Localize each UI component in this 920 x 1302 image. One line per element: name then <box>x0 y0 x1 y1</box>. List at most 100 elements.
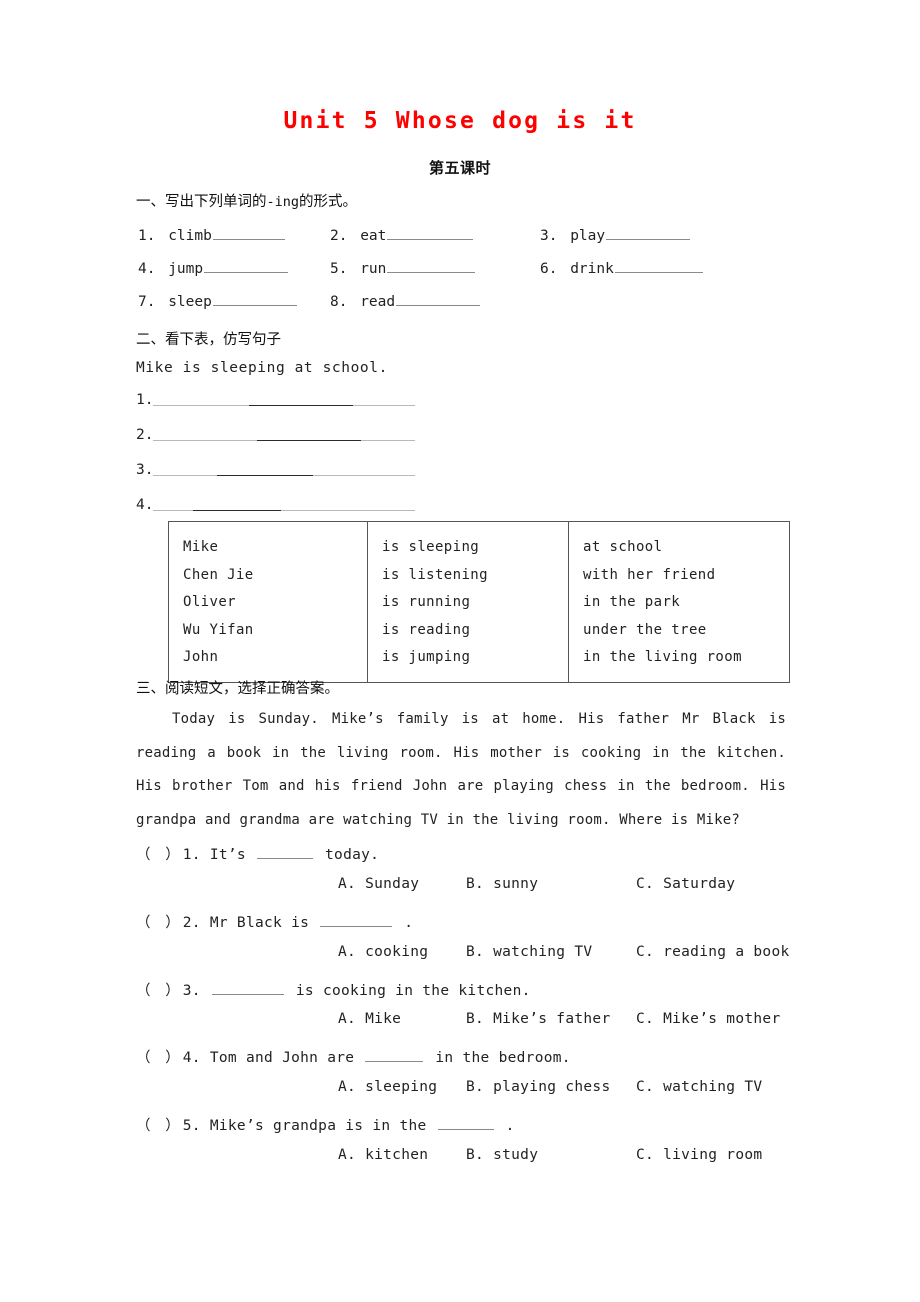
sentence-builder-table: Mike Chen Jie Oliver Wu Yifan John is sleepi… <box>168 521 790 683</box>
word-item-number: 7. <box>138 294 156 310</box>
word-item-word: drink <box>561 261 614 277</box>
option-A[interactable]: A. kitchen <box>338 1147 428 1163</box>
answer-blank[interactable] <box>387 226 474 240</box>
option-C[interactable]: C. living room <box>636 1147 762 1163</box>
option-C[interactable]: C. reading a book <box>636 944 790 960</box>
question-3: （ ）3. is cooking in the kitchen. <box>136 979 531 1000</box>
table-cell-places: at school with her friend in the park under… <box>568 521 790 683</box>
answer-blank[interactable] <box>387 259 476 273</box>
answer-blank[interactable] <box>396 292 481 306</box>
question-1: （ ）1. It’s today. <box>136 843 379 864</box>
writing-rule[interactable] <box>153 464 416 476</box>
writing-line-number: 3. <box>136 462 154 478</box>
answer-box[interactable]: （ ） <box>136 847 183 863</box>
question-stem-after: is cooking in the kitchen. <box>286 983 531 999</box>
answer-box[interactable]: （ ） <box>136 1118 183 1134</box>
question-blank[interactable] <box>211 981 284 995</box>
word-item-word: sleep <box>159 294 212 310</box>
writing-rule-dark <box>217 475 314 476</box>
option-A[interactable]: A. Mike <box>338 1011 401 1027</box>
page-title: Unit 5 Whose dog is it <box>283 108 637 134</box>
answer-blank[interactable] <box>614 259 703 273</box>
writing-rule[interactable] <box>153 394 416 406</box>
question-number: 2. <box>182 915 210 931</box>
word-item-read: 8. read <box>330 292 481 310</box>
writing-line-number: 1. <box>136 392 154 408</box>
table-place-item: in the living room <box>583 649 742 665</box>
writing-line-1[interactable]: 1. <box>136 392 416 408</box>
answer-blank[interactable] <box>606 226 691 240</box>
options-row: A. sleeping B. playing chess C. watching T… <box>136 1079 796 1099</box>
option-C[interactable]: C. Mike’s mother <box>636 1011 780 1027</box>
writing-rule[interactable] <box>153 429 416 441</box>
writing-line-3[interactable]: 3. <box>136 462 416 478</box>
word-item-word: climb <box>159 228 212 244</box>
answer-box[interactable]: （ ） <box>136 1050 183 1066</box>
answer-blank[interactable] <box>212 226 285 240</box>
question-number: 4. <box>182 1050 210 1066</box>
question-stem-before: Mr Black is <box>209 915 319 931</box>
word-item-number: 3. <box>540 228 558 244</box>
question-stem-after: in the bedroom. <box>426 1050 571 1066</box>
writing-line-4[interactable]: 4. <box>136 497 416 513</box>
table-place-item: with her friend <box>583 566 716 583</box>
section1-heading-tail: 的形式。 <box>299 194 358 210</box>
section1-heading-en: -ing <box>266 194 300 210</box>
table-row: Mike Chen Jie Oliver Wu Yifan John is sleepi… <box>168 521 790 683</box>
table-place-item: at school <box>583 539 663 555</box>
question-number: 5. <box>182 1118 210 1134</box>
options-row: A. Sunday B. sunny C. Saturday <box>136 876 796 896</box>
question-blank[interactable] <box>256 845 313 859</box>
word-item-word: run <box>351 261 387 277</box>
option-B[interactable]: B. Mike’s father <box>466 1011 610 1027</box>
question-blank[interactable] <box>320 913 393 927</box>
question-stem-before: Mike’s grandpa is in the <box>209 1118 436 1134</box>
writing-rule[interactable] <box>153 499 416 511</box>
writing-rule-dark <box>193 510 282 511</box>
question-number: 3. <box>182 983 210 999</box>
table-place-item: in the park <box>583 594 681 610</box>
table-verb-item: is running <box>382 594 471 610</box>
option-A[interactable]: A. sleeping <box>338 1079 437 1095</box>
option-B[interactable]: B. watching TV <box>466 944 592 960</box>
options-row: A. cooking B. watching TV C. reading a boo… <box>136 944 796 964</box>
question-4: （ ）4. Tom and John are in the bedroom. <box>136 1046 571 1067</box>
option-C[interactable]: C. Saturday <box>636 876 735 892</box>
question-stem-before: Tom and John are <box>209 1050 364 1066</box>
answer-box[interactable]: （ ） <box>136 983 183 999</box>
option-B[interactable]: B. sunny <box>466 876 538 892</box>
writing-rule-dark <box>257 440 362 441</box>
word-item-drink: 6. drink <box>540 259 703 277</box>
section1-heading-cn: 一、写出下列单词的 <box>136 194 267 210</box>
question-stem-before: It’s <box>209 847 255 863</box>
word-item-sleep: 7. sleep <box>138 292 297 310</box>
word-item-number: 8. <box>330 294 348 310</box>
option-C[interactable]: C. watching TV <box>636 1079 762 1095</box>
section1-heading: 一、写出下列单词的-ing的形式。 <box>136 190 357 211</box>
word-item-climb: 1. climb <box>138 226 285 244</box>
question-blank[interactable] <box>437 1116 494 1130</box>
answer-blank[interactable] <box>204 259 289 273</box>
word-item-word: read <box>351 294 396 310</box>
word-item-number: 6. <box>540 261 558 277</box>
table-subject-item: Mike <box>183 539 219 555</box>
question-5: （ ）5. Mike’s grandpa is in the . <box>136 1114 515 1135</box>
table-subject-item: John <box>183 649 219 665</box>
option-B[interactable]: B. playing chess <box>466 1079 610 1095</box>
table-verb-item: is sleeping <box>382 539 480 555</box>
question-blank[interactable] <box>365 1048 424 1062</box>
option-A[interactable]: A. cooking <box>338 944 428 960</box>
table-subject-item: Chen Jie <box>183 566 254 583</box>
writing-rule-dark <box>249 405 354 406</box>
table-subject-item: Wu Yifan <box>183 621 254 638</box>
answer-blank[interactable] <box>212 292 297 306</box>
worksheet-page: Unit 5 Whose dog is it 第五课时 一、写出下列单词的-in… <box>0 0 920 1302</box>
question-2: （ ）2. Mr Black is . <box>136 911 413 932</box>
word-item-number: 4. <box>138 261 156 277</box>
question-number: 1. <box>182 847 210 863</box>
writing-line-2[interactable]: 2. <box>136 427 416 443</box>
option-B[interactable]: B. study <box>466 1147 538 1163</box>
table-cell-verbs: is sleeping is listening is running is read… <box>367 521 569 683</box>
option-A[interactable]: A. Sunday <box>338 876 419 892</box>
answer-box[interactable]: （ ） <box>136 915 183 931</box>
